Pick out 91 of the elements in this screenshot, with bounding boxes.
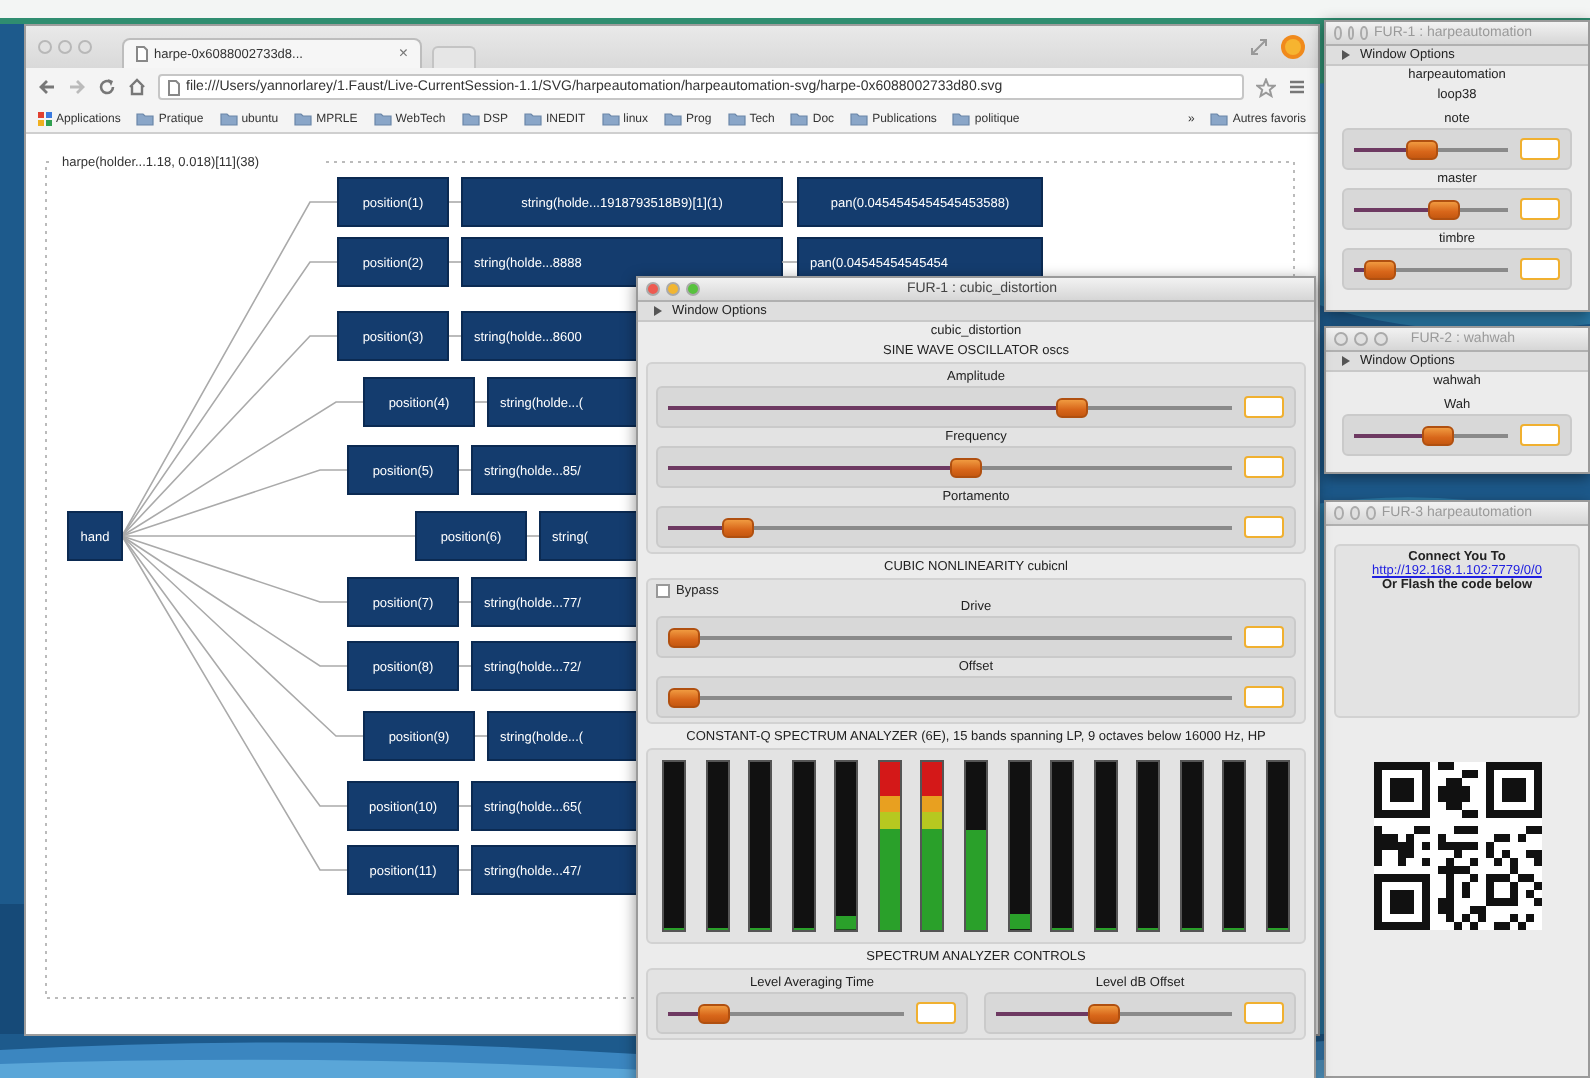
minimize-button[interactable] bbox=[666, 282, 680, 296]
slider-thumb[interactable] bbox=[668, 687, 700, 707]
close-button[interactable] bbox=[1334, 506, 1344, 520]
slider-track[interactable] bbox=[1354, 425, 1508, 445]
connector-line bbox=[457, 601, 473, 603]
slider-track[interactable] bbox=[668, 397, 1232, 417]
reload-icon[interactable] bbox=[98, 78, 116, 96]
slider-track[interactable] bbox=[996, 1003, 1232, 1023]
folder-icon bbox=[664, 112, 683, 126]
connector-line bbox=[473, 401, 489, 403]
slider-track[interactable] bbox=[668, 1003, 904, 1023]
fullscreen-icon bbox=[1250, 38, 1268, 56]
slider-thumb[interactable] bbox=[698, 1003, 731, 1023]
folder-icon bbox=[601, 112, 620, 126]
close-button[interactable] bbox=[1334, 26, 1342, 40]
disclosure-icon bbox=[1342, 50, 1350, 60]
slider-track[interactable] bbox=[668, 517, 1232, 537]
disclosure-icon bbox=[1342, 356, 1350, 366]
checkbox[interactable] bbox=[656, 584, 670, 598]
close-button[interactable] bbox=[1334, 332, 1348, 346]
home-icon[interactable] bbox=[128, 78, 146, 96]
value-field[interactable] bbox=[1520, 424, 1560, 446]
slider-thumb[interactable] bbox=[1363, 259, 1396, 279]
folder-icon bbox=[524, 112, 542, 126]
slider-thumb[interactable] bbox=[1427, 199, 1460, 219]
slider-track[interactable] bbox=[668, 687, 1232, 707]
value-field[interactable] bbox=[1244, 516, 1284, 538]
folder-icon bbox=[1210, 112, 1229, 126]
disclosure-icon bbox=[654, 306, 662, 316]
slider-thumb[interactable] bbox=[1056, 397, 1089, 417]
connector-line bbox=[525, 535, 541, 537]
value-field[interactable] bbox=[1244, 1002, 1284, 1024]
minimize-button[interactable] bbox=[58, 40, 72, 54]
value-field[interactable] bbox=[1244, 626, 1284, 648]
slider-track[interactable] bbox=[668, 627, 1232, 647]
slider-thumb[interactable] bbox=[949, 457, 982, 477]
connector-line bbox=[781, 201, 799, 203]
folder-icon bbox=[850, 112, 869, 126]
slider-thumb[interactable] bbox=[1421, 425, 1454, 445]
slider-track[interactable] bbox=[1354, 259, 1508, 279]
value-field[interactable] bbox=[1244, 686, 1284, 708]
connector-line bbox=[781, 261, 799, 263]
folder-icon bbox=[952, 112, 971, 126]
connector-line bbox=[473, 735, 489, 737]
value-field[interactable] bbox=[1520, 258, 1560, 280]
folder-icon bbox=[790, 112, 809, 126]
page-icon bbox=[168, 79, 180, 95]
back-icon[interactable] bbox=[38, 78, 56, 96]
zoom-button[interactable] bbox=[1360, 26, 1369, 40]
minimize-button[interactable] bbox=[1349, 506, 1360, 520]
star-icon[interactable] bbox=[1256, 77, 1276, 97]
folder-icon bbox=[219, 112, 238, 126]
menu-icon[interactable] bbox=[1288, 78, 1306, 96]
slider-thumb[interactable] bbox=[1087, 1003, 1120, 1023]
value-field[interactable] bbox=[916, 1002, 956, 1024]
forward-icon[interactable] bbox=[68, 78, 86, 96]
connector-line bbox=[457, 469, 473, 471]
apps-icon bbox=[38, 112, 52, 126]
slider-thumb[interactable] bbox=[1405, 139, 1438, 159]
close-tab-button[interactable]: × bbox=[398, 46, 408, 62]
minimize-button[interactable] bbox=[1347, 26, 1355, 40]
slider-track[interactable] bbox=[668, 457, 1232, 477]
close-button[interactable] bbox=[646, 282, 660, 296]
new-tab-button[interactable] bbox=[432, 46, 476, 68]
value-field[interactable] bbox=[1244, 456, 1284, 478]
connector-line bbox=[447, 201, 463, 203]
slider-track[interactable] bbox=[1354, 139, 1508, 159]
page-icon bbox=[136, 46, 148, 62]
folder-icon bbox=[136, 112, 155, 126]
connector-line bbox=[457, 665, 473, 667]
slider-thumb[interactable] bbox=[668, 627, 700, 647]
avatar-icon[interactable] bbox=[1280, 34, 1306, 60]
minimize-button[interactable] bbox=[1354, 332, 1368, 346]
folder-icon bbox=[373, 112, 392, 126]
zoom-button[interactable] bbox=[78, 40, 92, 54]
value-field[interactable] bbox=[1520, 138, 1560, 160]
folder-icon bbox=[727, 112, 746, 126]
zoom-button[interactable] bbox=[686, 282, 700, 296]
zoom-button[interactable] bbox=[1374, 332, 1388, 346]
zoom-button[interactable] bbox=[1365, 506, 1376, 520]
value-field[interactable] bbox=[1244, 396, 1284, 418]
connector-line bbox=[447, 335, 463, 337]
connector-line bbox=[447, 261, 463, 263]
value-field[interactable] bbox=[1520, 198, 1560, 220]
folder-icon bbox=[461, 112, 480, 126]
close-button[interactable] bbox=[38, 40, 52, 54]
connector-line bbox=[457, 869, 473, 871]
folder-icon bbox=[294, 112, 313, 126]
slider-track[interactable] bbox=[1354, 199, 1508, 219]
connector-line bbox=[457, 805, 473, 807]
slider-thumb[interactable] bbox=[721, 517, 754, 537]
